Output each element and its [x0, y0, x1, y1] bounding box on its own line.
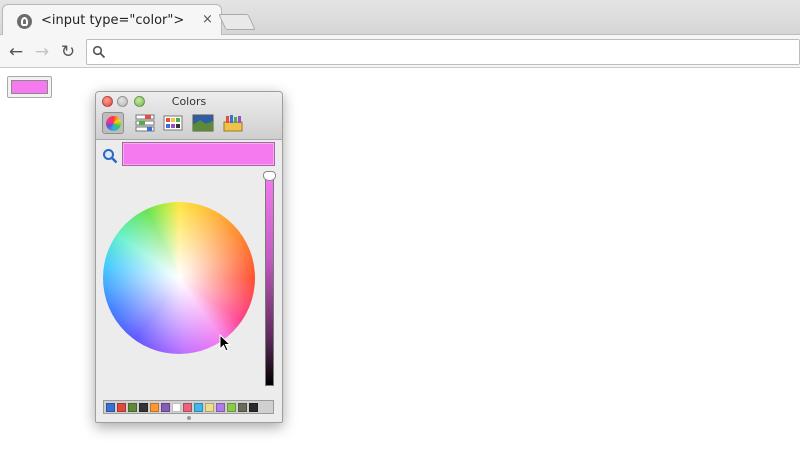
color-swatch[interactable] — [172, 403, 181, 412]
image-palettes-mode-icon[interactable] — [192, 112, 214, 134]
tab-close-icon[interactable]: × — [202, 13, 213, 27]
color-input[interactable] — [7, 76, 52, 98]
color-swatch[interactable] — [216, 403, 225, 412]
brightness-slider[interactable] — [265, 174, 274, 386]
color-swatch[interactable] — [249, 403, 258, 412]
mouse-cursor-icon — [219, 334, 231, 352]
zoom-window-icon[interactable] — [134, 96, 145, 107]
color-swatch[interactable] — [238, 403, 247, 412]
panel-title: Colors — [171, 95, 207, 108]
color-swatch[interactable] — [117, 403, 126, 412]
tab-strip: <input type="color"> × — [0, 0, 800, 36]
current-color-well[interactable] — [122, 142, 275, 166]
color-palettes-mode-icon[interactable] — [162, 112, 184, 134]
color-swatch[interactable] — [150, 403, 159, 412]
address-bar[interactable] — [86, 39, 800, 65]
color-swatch[interactable] — [106, 403, 115, 412]
colors-panel: Colors — [95, 91, 283, 423]
reload-icon[interactable]: ↻ — [58, 42, 78, 62]
color-swatch[interactable] — [161, 403, 170, 412]
color-swatch[interactable] — [183, 403, 192, 412]
color-sliders-mode-icon[interactable] — [134, 112, 156, 134]
magnifier-icon[interactable] — [102, 148, 118, 164]
color-wheel[interactable] — [103, 202, 255, 354]
new-tab-button[interactable] — [218, 14, 256, 30]
favicon-icon — [17, 14, 32, 29]
resize-handle[interactable] — [187, 416, 191, 420]
color-input-swatch — [11, 80, 48, 94]
color-swatch[interactable] — [227, 403, 236, 412]
search-icon — [92, 45, 106, 59]
panel-titlebar: Colors — [96, 92, 282, 140]
tab-title: <input type="color"> — [41, 13, 185, 28]
minimize-window-icon[interactable] — [117, 96, 128, 107]
brightness-slider-handle[interactable] — [263, 171, 276, 181]
close-window-icon[interactable] — [102, 96, 113, 107]
color-swatch[interactable] — [139, 403, 148, 412]
forward-arrow-icon[interactable]: → — [32, 42, 52, 62]
color-wheel-mode-icon[interactable] — [102, 112, 124, 134]
color-swatch[interactable] — [194, 403, 203, 412]
color-swatch[interactable] — [205, 403, 214, 412]
browser-tab[interactable]: <input type="color"> × — [2, 4, 222, 36]
color-swatch[interactable] — [128, 403, 137, 412]
favorite-swatches-bar — [103, 400, 274, 414]
crayons-mode-icon[interactable] — [222, 112, 244, 134]
browser-toolbar: ← → ↻ — [0, 35, 800, 68]
back-arrow-icon[interactable]: ← — [6, 42, 26, 62]
